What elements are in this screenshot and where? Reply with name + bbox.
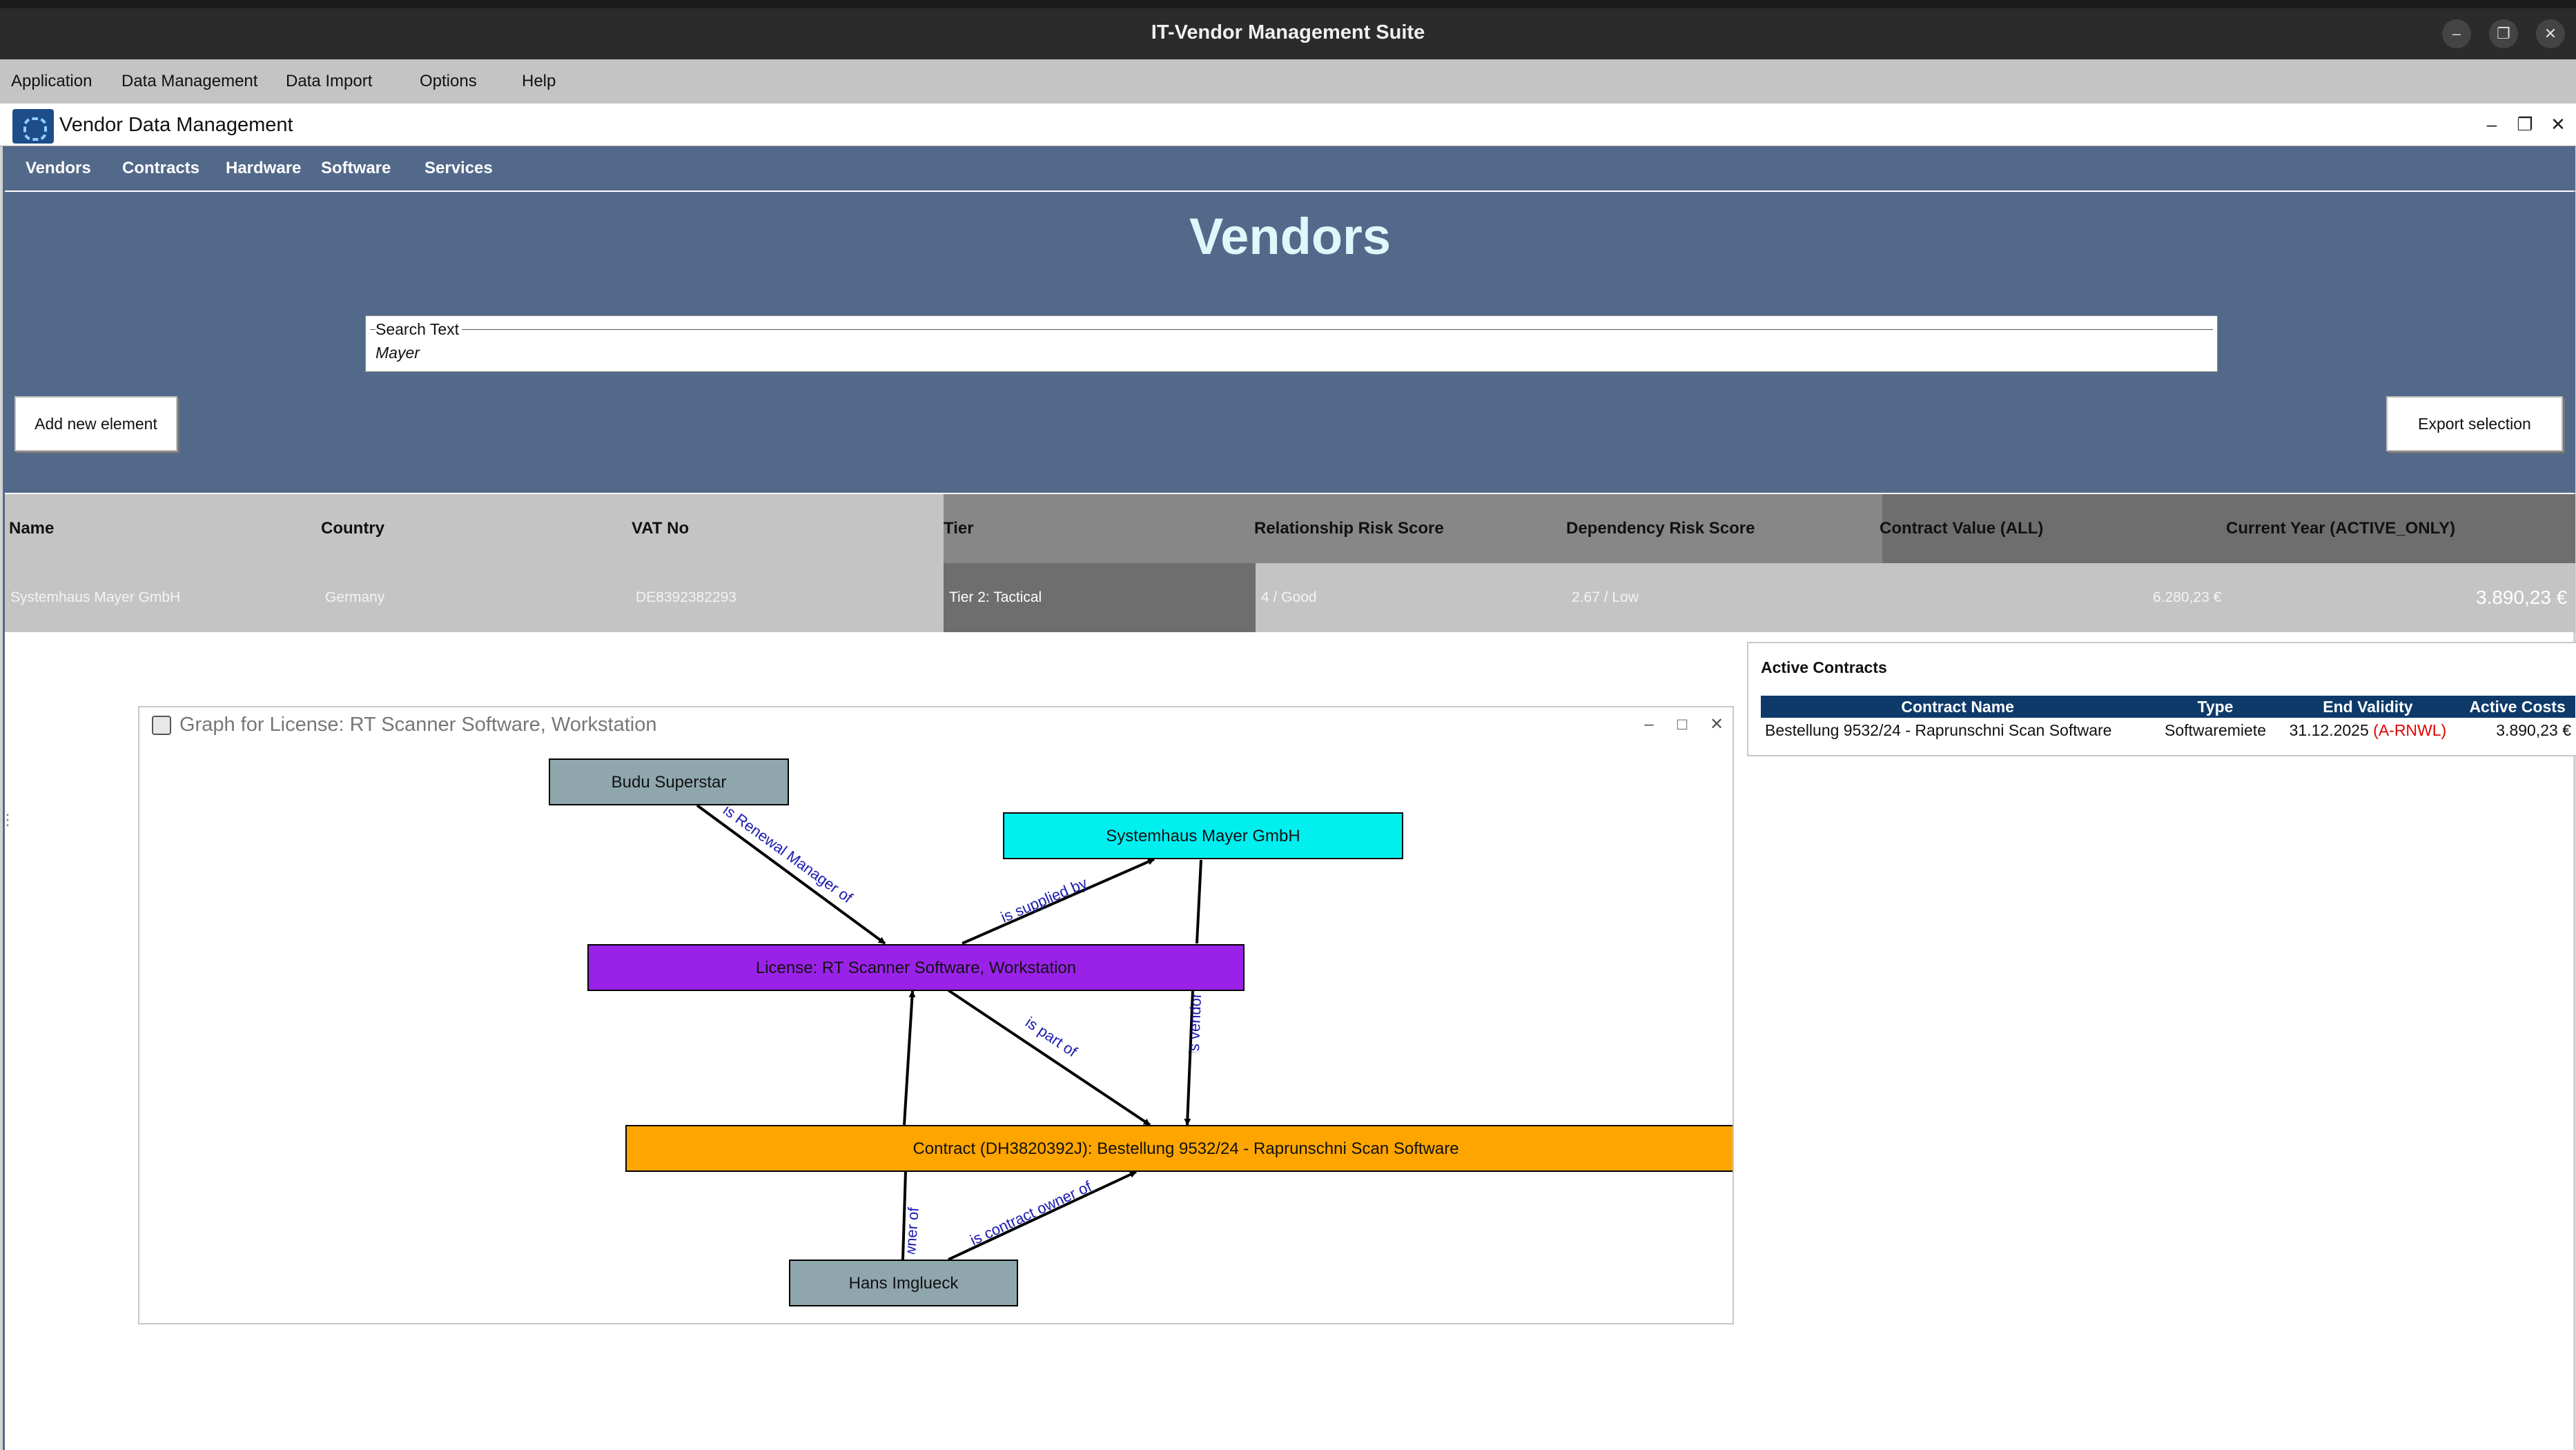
add-new-element-button[interactable]: Add new element (14, 396, 177, 451)
page-title: Vendors (1189, 208, 1391, 265)
contract-name-cell: Bestellung 9532/24 - Raprunschni Scan So… (1765, 721, 2112, 739)
cell-current-year: 3.890,23 € (2476, 587, 2568, 608)
edge-vendor-upper (1196, 859, 1202, 944)
table-row[interactable]: Bestellung 9532/24 - Raprunschni Scan So… (1761, 718, 2575, 743)
menu-options[interactable]: Options (420, 59, 477, 104)
export-selection-button[interactable]: Export selection (2386, 396, 2563, 451)
col-tier[interactable]: Tier (942, 494, 974, 563)
resize-handle-icon[interactable]: ⋮ (0, 811, 15, 829)
node-contract[interactable]: Contract (DH3820392J): Bestellung 9532/2… (625, 1125, 1733, 1172)
active-contracts-panel: Active Contracts Contract Name Type End … (1747, 642, 2576, 756)
contract-type-cell: Softwaremiete (2164, 721, 2266, 739)
col-vat[interactable]: VAT No (630, 494, 689, 563)
col-active-costs[interactable]: Active Costs (2459, 696, 2575, 718)
col-end-validity[interactable]: End Validity (2276, 696, 2460, 718)
end-validity-date: 31.12.2025 (2289, 721, 2369, 739)
col-contract-name[interactable]: Contract Name (1761, 696, 2155, 718)
col-type[interactable]: Type (2154, 696, 2276, 718)
cell-tier: Tier 2: Tactical (949, 589, 1042, 605)
cell-country: Germany (325, 589, 385, 605)
edge-label-part-of: is part of (1022, 1013, 1081, 1060)
edge-label-renewal: is Renewal Manager of (720, 801, 856, 907)
cell-vat: DE8392382293 (636, 589, 736, 605)
restore-icon[interactable]: ❐ (2489, 19, 2518, 48)
node-systemhaus-mayer[interactable]: Systemhaus Mayer GmbH (1003, 812, 1403, 859)
graph-window[interactable]: Graph for License: RT Scanner Software, … (138, 706, 1734, 1324)
nav-software[interactable]: Software (321, 146, 391, 190)
cell-relationship-risk: 4 / Good (1261, 589, 1317, 605)
edge-app-owner-upper (903, 990, 916, 1126)
node-label-mayer: Systemhaus Mayer GmbH (1106, 827, 1300, 845)
nav-services[interactable]: Services (425, 146, 493, 190)
menu-data-import[interactable]: Data Import (286, 59, 372, 104)
search-field[interactable]: Search Text Mayer (365, 315, 2218, 372)
cell-contract-value: 6.280,23 € (2153, 589, 2222, 605)
col-country[interactable]: Country (320, 494, 384, 563)
node-label-budu: Budu Superstar (612, 773, 727, 792)
inner-restore-icon[interactable]: ❐ (2512, 112, 2537, 137)
search-field-border (370, 329, 2213, 330)
inner-close-icon[interactable]: ✕ (2546, 112, 2570, 137)
node-budu-superstar[interactable]: Budu Superstar (549, 758, 789, 805)
active-costs-cell: 3.890,23 € (2496, 721, 2571, 739)
window-titlebar: IT-Vendor Management Suite – ❐ ✕ (0, 0, 2576, 59)
nav-contracts[interactable]: Contracts (122, 146, 199, 190)
nav-vendors[interactable]: Vendors (26, 146, 91, 190)
app-logo-icon (12, 109, 54, 144)
menu-bar: Application Data Management Data Import … (0, 59, 2576, 104)
menu-help[interactable]: Help (522, 59, 556, 104)
col-dependency-risk[interactable]: Dependency Risk Score (1565, 494, 1755, 563)
node-hans-imglueck[interactable]: Hans Imglueck (789, 1260, 1018, 1306)
col-name[interactable]: Name (8, 494, 54, 563)
node-label-contract: Contract (DH3820392J): Bestellung 9532/2… (913, 1139, 1458, 1158)
end-validity-cell: 31.12.2025 (A-RNWL) (2276, 718, 2460, 743)
node-label-hans: Hans Imglueck (849, 1274, 959, 1293)
cell-dependency-risk: 2.67 / Low (1572, 589, 1639, 605)
graph-canvas: is Renewal Manager of is supplied by is … (549, 758, 1733, 1306)
close-icon[interactable]: ✕ (2536, 19, 2565, 48)
table-header-bg-a (5, 494, 944, 563)
active-contracts-title: Active Contracts (1761, 658, 1887, 676)
window-title: IT-Vendor Management Suite (1151, 21, 1425, 43)
edge-label-supplied: is supplied by (998, 874, 1089, 926)
col-contract-value[interactable]: Contract Value (ALL) (1878, 494, 2043, 563)
col-current-year[interactable]: Current Year (ACTIVE_ONLY) (2225, 494, 2455, 563)
edge-part-of (947, 989, 1151, 1126)
inner-window-title: Vendor Data Management (59, 114, 293, 136)
edge-label-contract-owner: is contract owner of (968, 1177, 1095, 1249)
minimize-icon[interactable]: – (2442, 19, 2471, 48)
edge-renewal-manager (696, 804, 886, 945)
menu-application[interactable]: Application (11, 59, 92, 104)
active-contracts-table: Contract Name Type End Validity Active C… (1761, 696, 2575, 743)
renewal-flag: (A-RNWL) (2373, 721, 2447, 739)
cell-name: Systemhaus Mayer GmbH (10, 589, 181, 605)
inner-minimize-icon[interactable]: – (2479, 112, 2504, 137)
col-relationship-risk[interactable]: Relationship Risk Score (1253, 494, 1444, 563)
nav-hardware[interactable]: Hardware (226, 146, 301, 190)
vendors-banner: Vendors Search Text Mayer Add new elemen… (5, 192, 2575, 493)
menu-data-management[interactable]: Data Management (121, 59, 257, 104)
node-label-license: License: RT Scanner Software, Workstatio… (756, 959, 1076, 977)
nav-bar: Vendors Contracts Hardware Software Serv… (5, 146, 2575, 190)
edge-label-vendor: is vendor (1185, 992, 1204, 1055)
search-input[interactable]: Mayer (375, 344, 420, 362)
row-bg-b (1256, 563, 2575, 632)
inner-window-header: Vendor Data Management – ❐ ✕ (0, 104, 2576, 146)
search-label: Search Text (375, 320, 462, 339)
node-license[interactable]: License: RT Scanner Software, Workstatio… (587, 944, 1245, 991)
